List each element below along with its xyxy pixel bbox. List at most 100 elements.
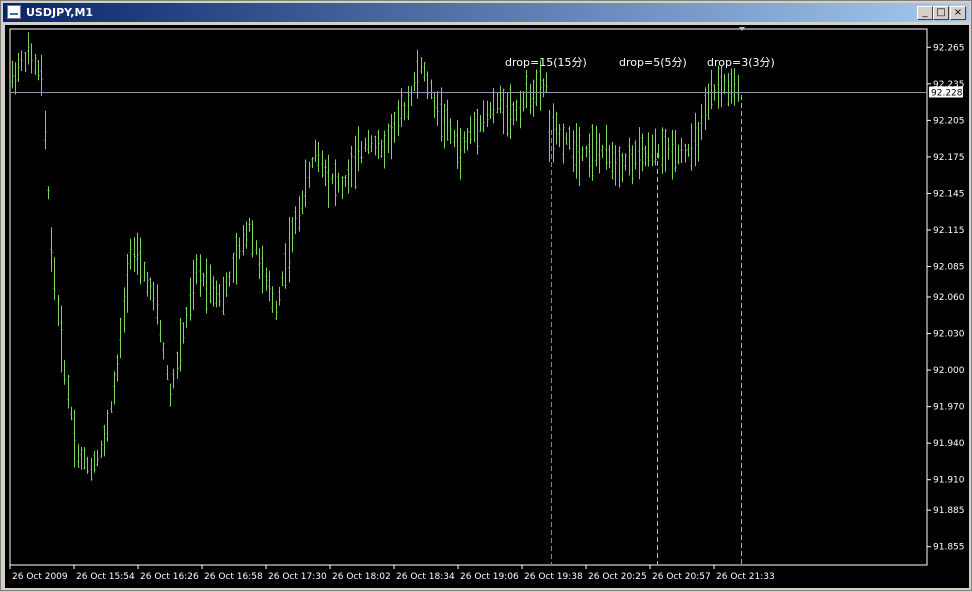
ohlc-bar <box>459 127 462 180</box>
ohlc-bar <box>47 186 50 200</box>
current-price-label: 92.228 <box>929 86 963 99</box>
price-bars <box>11 32 740 481</box>
ohlc-bar <box>479 115 482 132</box>
ohlc-bar <box>331 173 334 185</box>
ohlc-bar <box>416 49 419 99</box>
ohlc-bar <box>17 52 20 82</box>
ohlc-bar <box>20 50 23 72</box>
ohlc-bar <box>690 123 693 171</box>
close-button[interactable]: × <box>950 6 966 20</box>
ohlc-bar <box>476 108 479 155</box>
ohlc-bar <box>618 146 621 188</box>
x-tick-label: 26 Oct 20:25 <box>588 572 647 582</box>
ohlc-bar <box>558 124 561 148</box>
ohlc-bar <box>73 409 76 468</box>
x-tick-label: 26 Oct 18:34 <box>396 572 455 582</box>
ohlc-bar <box>397 100 400 137</box>
ohlc-bar <box>344 175 347 188</box>
price-chart[interactable]: 92.265 92.235 92.205 92.175 92.145 92.115 92.0… <box>5 25 969 588</box>
ohlc-bar <box>700 103 703 140</box>
ohlc-bar <box>248 217 251 232</box>
ohlc-bar <box>733 68 736 106</box>
ohlc-bar <box>374 135 377 156</box>
maximize-button[interactable]: □ <box>933 6 949 20</box>
ohlc-bar <box>258 248 261 279</box>
ohlc-bar <box>393 111 396 143</box>
ohlc-bar <box>634 140 637 170</box>
ohlc-bar <box>308 161 311 188</box>
ohlc-bar <box>334 159 337 207</box>
ohlc-bar <box>185 306 188 328</box>
ohlc-bar <box>113 371 116 405</box>
minimize-button[interactable]: _ <box>917 6 933 20</box>
x-tick-label: 26 Oct 15:54 <box>76 572 135 582</box>
ohlc-bar <box>562 123 565 164</box>
ohlc-bar <box>281 271 284 286</box>
chart-window-icon <box>7 5 21 19</box>
ohlc-bar <box>568 126 571 150</box>
ohlc-bar <box>152 281 155 311</box>
ohlc-bar <box>341 176 344 200</box>
ohlc-bar <box>621 152 624 183</box>
ohlc-bar <box>90 457 93 481</box>
ohlc-bar <box>608 144 611 169</box>
ohlc-bar <box>162 342 165 360</box>
ohlc-bar <box>271 286 274 313</box>
ohlc-bar <box>380 139 383 159</box>
ohlc-bar <box>40 54 43 96</box>
ohlc-bar <box>522 91 525 112</box>
ohlc-bar <box>337 172 340 193</box>
x-tick-label: 26 Oct 19:38 <box>524 572 583 582</box>
ohlc-bar <box>364 137 367 152</box>
title-bar[interactable]: USDJPY,M1 _ □ × <box>3 3 969 22</box>
ohlc-bar <box>717 65 720 109</box>
ohlc-bar <box>265 267 268 291</box>
window-title: USDJPY,M1 <box>26 6 94 19</box>
ohlc-bar <box>360 141 363 164</box>
ohlc-bar <box>139 237 142 285</box>
y-tick-label: 91.910 <box>933 476 965 486</box>
ohlc-bar <box>294 206 297 234</box>
ohlc-bar <box>542 78 545 98</box>
ohlc-bar <box>443 103 446 149</box>
ohlc-bar <box>212 276 215 307</box>
ohlc-bar <box>723 74 726 95</box>
ohlc-bar <box>222 276 225 316</box>
ohlc-bar <box>50 227 53 272</box>
ohlc-bar <box>512 101 515 126</box>
ohlc-bar <box>57 294 60 326</box>
ohlc-bar <box>664 128 667 172</box>
ohlc-bar <box>492 87 495 124</box>
ohlc-bar <box>403 101 406 121</box>
ohlc-bar <box>423 61 426 82</box>
ohlc-bar <box>430 79 433 100</box>
x-tick-label: 26 Oct 2009 <box>12 572 68 582</box>
ohlc-bar <box>143 261 146 282</box>
ohlc-bar <box>70 406 73 421</box>
ohlc-bar <box>499 85 502 114</box>
ohlc-bar <box>581 146 584 161</box>
ohlc-bar <box>14 62 17 95</box>
x-tick-label: 26 Oct 17:30 <box>268 572 327 582</box>
ohlc-bar <box>176 351 179 379</box>
chart-canvas: 92.26592.23592.20592.17592.14592.11592.0… <box>9 27 965 582</box>
ohlc-bar <box>489 101 492 119</box>
ohlc-bar <box>370 135 373 153</box>
ohlc-bar <box>284 243 287 289</box>
ohlc-bar <box>202 272 205 287</box>
ohlc-bar <box>624 153 627 171</box>
drop-annotations: drop=15(15分) drop=5(5分) drop=3(3分) <box>505 56 775 69</box>
ohlc-bar <box>436 90 439 126</box>
ohlc-bar <box>486 100 489 127</box>
ohlc-bar <box>446 99 449 141</box>
y-tick-label: 92.060 <box>933 293 965 303</box>
ohlc-bar <box>347 159 350 194</box>
y-tick-label: 92.000 <box>933 366 965 376</box>
ohlc-bar <box>588 133 591 178</box>
ohlc-bar <box>647 132 650 167</box>
ohlc-bar <box>572 130 575 173</box>
ohlc-bar <box>354 135 357 190</box>
ohlc-bar <box>525 69 528 109</box>
ohlc-bar <box>27 32 30 65</box>
ohlc-bar <box>595 125 598 167</box>
